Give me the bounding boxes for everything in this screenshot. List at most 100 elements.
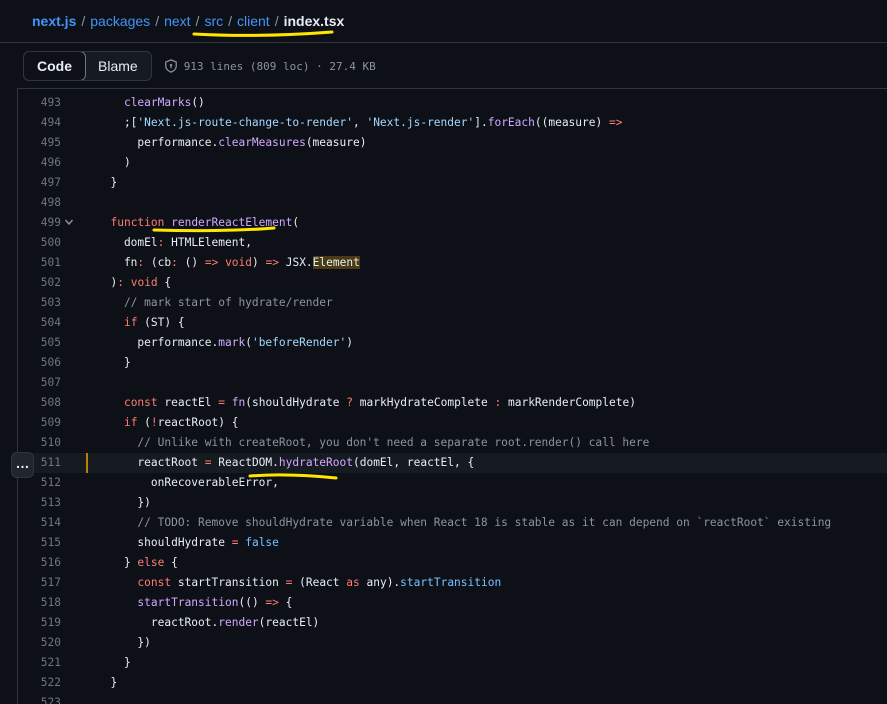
line-number[interactable]: 506 xyxy=(18,353,61,373)
line-number[interactable]: 505 xyxy=(18,333,61,353)
code-token: any). xyxy=(359,576,401,589)
code-text: if (!reactRoot) { xyxy=(97,413,239,433)
breadcrumb: next.js / packages / next / src / client… xyxy=(0,0,887,43)
code-token: performance. xyxy=(97,136,219,149)
code-token: } xyxy=(97,556,138,569)
line-number[interactable]: 510 xyxy=(18,433,61,453)
line-number[interactable]: 504 xyxy=(18,313,61,333)
line-number[interactable]: 499 xyxy=(18,213,61,233)
code-token: , xyxy=(352,116,367,129)
annotation-underline-breadcrumb xyxy=(192,30,334,37)
line-number[interactable]: 498 xyxy=(18,193,61,213)
line-number[interactable]: 523 xyxy=(18,693,61,704)
breadcrumb-next-link[interactable]: next xyxy=(164,13,190,29)
line-number[interactable]: 503 xyxy=(18,293,61,313)
view-mode-toggle: Code Blame xyxy=(23,51,152,81)
line-number[interactable]: 521 xyxy=(18,653,61,673)
code-line: 515 shouldHydrate = false xyxy=(18,533,887,553)
code-token: startTransition xyxy=(400,576,502,589)
code-text: reactRoot.render(reactEl) xyxy=(97,613,319,633)
code-token: else xyxy=(137,556,165,569)
file-toolbar: Code Blame 913 lines (809 loc) · 27.4 KB xyxy=(17,44,887,88)
line-number[interactable]: 518 xyxy=(18,593,61,613)
code-token: 'Next.js-render' xyxy=(366,116,475,129)
code-text: } xyxy=(97,653,131,673)
line-number[interactable]: 494 xyxy=(18,113,61,133)
code-token: forEach xyxy=(487,116,535,129)
code-line: 493 clearMarks() xyxy=(18,93,887,113)
code-token: (ST) { xyxy=(137,316,185,329)
line-number[interactable]: 515 xyxy=(18,533,61,553)
code-token: => xyxy=(265,256,279,269)
code-line: 495 performance.clearMeasures(measure) xyxy=(18,133,887,153)
code-line: 517 const startTransition = (React as an… xyxy=(18,573,887,593)
code-text: // Unlike with createRoot, you don't nee… xyxy=(97,433,649,453)
line-number[interactable]: 516 xyxy=(18,553,61,573)
breadcrumb-packages-link[interactable]: packages xyxy=(90,13,150,29)
code-line: 502 ): void { xyxy=(18,273,887,293)
code-token: clearMarks xyxy=(123,96,192,109)
code-token: } xyxy=(97,676,118,689)
code-token: (reactEl) xyxy=(258,616,320,629)
code-text: clearMarks() xyxy=(97,93,205,113)
code-token: (() xyxy=(238,596,266,609)
line-number[interactable]: 496 xyxy=(18,153,61,173)
code-token: (React xyxy=(292,576,347,589)
file-info-text: 913 lines (809 loc) · 27.4 KB xyxy=(183,59,376,73)
code-token: const xyxy=(123,396,158,409)
breadcrumb-separator: / xyxy=(81,13,86,29)
line-number[interactable]: 522 xyxy=(18,673,61,693)
code-token: { xyxy=(157,276,172,289)
code-view[interactable]: 493 clearMarks() 494 ;['Next.js-route-cha… xyxy=(17,88,887,704)
line-options-button[interactable]: … xyxy=(11,452,34,478)
code-token: as xyxy=(346,576,360,589)
code-line: 506 } xyxy=(18,353,887,373)
code-token: reactRoot) { xyxy=(157,416,239,429)
line-number[interactable]: 517 xyxy=(18,573,61,593)
code-text: // TODO: Remove shouldHydrate variable w… xyxy=(97,513,831,533)
fold-chevron-icon[interactable] xyxy=(64,213,74,233)
blame-tab-button[interactable]: Blame xyxy=(85,52,151,80)
annotation-underline-hydrateroot xyxy=(248,473,338,480)
line-number[interactable]: 508 xyxy=(18,393,61,413)
code-line: 512 onRecoverableError, xyxy=(18,473,887,493)
line-number[interactable]: 500 xyxy=(18,233,61,253)
code-tab-button[interactable]: Code xyxy=(23,52,86,80)
code-token: : xyxy=(117,276,124,289)
line-number[interactable]: 501 xyxy=(18,253,61,273)
code-token: ( xyxy=(137,416,151,429)
code-text: } xyxy=(97,353,131,373)
line-number[interactable]: 495 xyxy=(18,133,61,153)
line-number[interactable]: 513 xyxy=(18,493,61,513)
line-number[interactable]: 519 xyxy=(18,613,61,633)
breadcrumb-separator: / xyxy=(155,13,160,29)
code-token: () xyxy=(177,256,205,269)
code-line: 518 startTransition(() => { xyxy=(18,593,887,613)
code-token: }) xyxy=(97,636,151,649)
breadcrumb-repo-link[interactable]: next.js xyxy=(32,13,76,29)
line-number[interactable]: 502 xyxy=(18,273,61,293)
code-line: 520 }) xyxy=(18,633,887,653)
code-text: shouldHydrate = false xyxy=(97,533,279,553)
line-number[interactable]: 493 xyxy=(18,93,61,113)
code-line: 522 } xyxy=(18,673,887,693)
code-text: } xyxy=(97,173,117,193)
code-token: reactRoot. xyxy=(97,616,219,629)
code-line: 511 reactRoot = ReactDOM.hydrateRoot(dom… xyxy=(18,453,887,473)
code-line: 504 if (ST) { xyxy=(18,313,887,333)
code-token: performance. xyxy=(97,336,219,349)
code-line: 513 }) xyxy=(18,493,887,513)
line-number[interactable]: 507 xyxy=(18,373,61,393)
code-line: 498 xyxy=(18,193,887,213)
code-token: if xyxy=(123,316,138,329)
line-number[interactable]: 497 xyxy=(18,173,61,193)
code-token: false xyxy=(245,536,279,549)
line-number[interactable]: 509 xyxy=(18,413,61,433)
code-token: 'beforeRender' xyxy=(251,336,347,349)
line-number[interactable]: 514 xyxy=(18,513,61,533)
code-token: // mark start of hydrate/render xyxy=(97,296,333,309)
line-number[interactable]: 520 xyxy=(18,633,61,653)
